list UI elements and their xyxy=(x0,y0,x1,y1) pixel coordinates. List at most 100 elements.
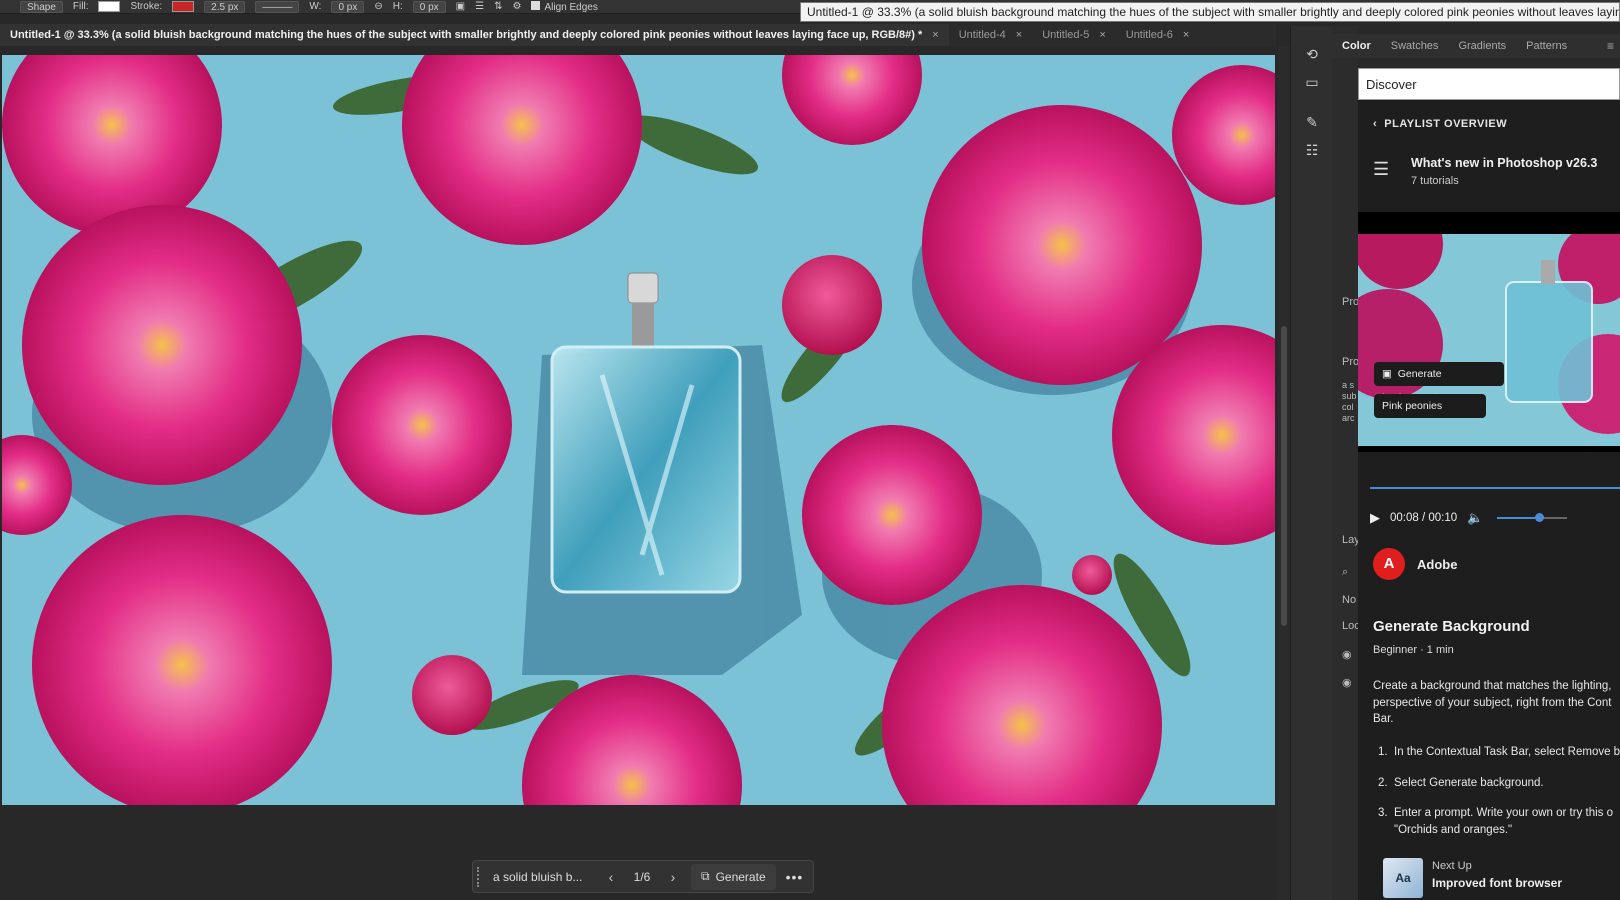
tab-label: Untitled-4 xyxy=(958,29,1006,41)
stroke-swatch[interactable] xyxy=(172,1,195,12)
step-item: 3. Enter a prompt. Write your own or try … xyxy=(1378,805,1620,838)
close-icon[interactable]: × xyxy=(1183,24,1189,46)
align-icon[interactable]: ☰ xyxy=(475,1,484,12)
brush-settings-icon[interactable]: ✎ xyxy=(1302,112,1322,132)
blend-mode-select[interactable]: No xyxy=(1342,594,1356,606)
color-panel-tabs: Color Swatches Gradients Patterns ≡ xyxy=(1332,34,1620,58)
variation-counter: 1/6 xyxy=(633,869,651,884)
playlist-icon: ☰ xyxy=(1373,159,1390,179)
volume-knob[interactable] xyxy=(1535,513,1545,522)
path-ops-icon[interactable]: ▣ xyxy=(456,1,465,12)
video-progress-bar[interactable] xyxy=(1370,487,1620,489)
shape-mode-select[interactable]: Shape xyxy=(20,0,63,13)
generate-label: Generate xyxy=(715,869,766,884)
video-thumbnail: ▣ Generate background Pink peonies xyxy=(1358,234,1620,446)
generate-icon: ⧉ xyxy=(701,869,710,883)
chevron-left-icon[interactable]: ‹ xyxy=(599,869,623,885)
step-item: 2. Select Generate background. xyxy=(1378,775,1620,792)
adobe-logo-icon: A xyxy=(1373,548,1405,580)
next-up-card[interactable]: Aa Next Up Improved font browser xyxy=(1383,858,1562,898)
play-icon[interactable]: ▶ xyxy=(1370,510,1380,526)
tab-color[interactable]: Color xyxy=(1332,40,1381,52)
step-example: "Orchids and oranges." xyxy=(1394,823,1513,836)
tab-untitled-4[interactable]: Untitled-4 × xyxy=(949,24,1033,46)
step-text: Select Generate background. xyxy=(1394,776,1544,789)
visibility-eye-icon[interactable]: ◉ xyxy=(1342,648,1352,661)
history-icon[interactable]: ⟲ xyxy=(1302,44,1322,64)
tab-label: Untitled-6 xyxy=(1125,29,1173,41)
step-text: In the Contextual Task Bar, select Remov… xyxy=(1394,746,1620,758)
align-edges-label: Align Edges xyxy=(544,1,598,13)
width-field[interactable]: 0 px xyxy=(331,0,365,13)
prompt-preview-text: a s sub col arc xyxy=(1342,380,1357,423)
arrange-icon[interactable]: ⇅ xyxy=(494,1,502,12)
step-number: 1. xyxy=(1378,746,1388,758)
tab-swatches[interactable]: Swatches xyxy=(1381,40,1449,52)
document-tooltip: Untitled-1 @ 33.3% (a solid bluish backg… xyxy=(800,2,1620,22)
playlist-count: 7 tutorials xyxy=(1411,175,1459,187)
tab-untitled-6[interactable]: Untitled-6 × xyxy=(1116,24,1200,46)
discover-panel: Discover ‹ PLAYLIST OVERVIEW ☰ What's ne… xyxy=(1358,68,1620,900)
comments-icon[interactable]: ▭ xyxy=(1302,72,1322,92)
tutorial-title: Generate Background xyxy=(1373,618,1530,635)
step-item: 1. In the Contextual Task Bar, select Rem… xyxy=(1378,744,1620,761)
tab-label: Untitled-5 xyxy=(1042,29,1090,41)
drag-handle[interactable] xyxy=(477,866,487,887)
tab-patterns[interactable]: Patterns xyxy=(1516,40,1577,52)
prompt-text[interactable]: a solid bluish b... xyxy=(493,870,599,884)
h-label: H: xyxy=(392,1,403,12)
stroke-width-field[interactable]: 2.5 px xyxy=(204,0,246,13)
video-time: 00:08 / 00:10 xyxy=(1390,512,1458,524)
prompt-chip: Pink peonies xyxy=(1374,394,1486,418)
discover-search-field[interactable]: Discover xyxy=(1358,68,1620,100)
tab-label: Untitled-1 @ 33.3% (a solid bluish backg… xyxy=(10,29,923,41)
fill-swatch[interactable] xyxy=(98,1,121,12)
contextual-task-bar: a solid bluish b... ‹ 1/6 › ⧉ Generate •… xyxy=(472,860,814,893)
visibility-eye-icon[interactable]: ◉ xyxy=(1342,676,1352,689)
document-canvas[interactable] xyxy=(2,55,1275,805)
canvas-scrollbar[interactable] xyxy=(1278,46,1290,900)
stroke-style-select[interactable]: ——— xyxy=(255,0,300,13)
generate-icon: ▣ xyxy=(1382,368,1392,380)
tab-gradients[interactable]: Gradients xyxy=(1448,40,1516,52)
photoshop-window: Shape Fill: Stroke: 2.5 px ——— W: 0 px ⊖… xyxy=(0,0,1620,900)
step-number: 3. xyxy=(1378,807,1388,819)
adjustments-icon[interactable]: ☷ xyxy=(1302,140,1322,160)
close-icon[interactable]: × xyxy=(932,24,938,46)
panel-icon-strip: ⟲ ▭ ✎ ☷ xyxy=(1290,26,1332,900)
gear-icon[interactable]: ⚙ xyxy=(512,1,521,12)
back-label: PLAYLIST OVERVIEW xyxy=(1384,118,1508,130)
tutorial-description: Create a background that matches the lig… xyxy=(1373,680,1612,725)
chevron-left-icon: ‹ xyxy=(1373,118,1378,130)
volume-icon[interactable]: 🔈 xyxy=(1467,510,1483,526)
close-icon[interactable]: × xyxy=(1099,24,1105,46)
video-controls: ▶ 00:08 / 00:10 🔈 xyxy=(1370,508,1620,528)
tab-untitled-5[interactable]: Untitled-5 × xyxy=(1032,24,1116,46)
scrollbar-thumb[interactable] xyxy=(1281,326,1287,626)
more-options-icon[interactable]: ••• xyxy=(786,869,804,885)
properties-section-label: Pro xyxy=(1342,356,1360,368)
volume-fill xyxy=(1497,517,1540,519)
document-tabs: Untitled-1 @ 33.3% (a solid bluish backg… xyxy=(0,24,1276,46)
generate-button[interactable]: ⧉ Generate xyxy=(691,863,776,890)
align-edges-checkbox[interactable]: Align Edges xyxy=(531,0,598,13)
playlist-header: ☰ What's new in Photoshop v26.3 7 tutori… xyxy=(1358,156,1620,187)
volume-slider[interactable] xyxy=(1497,513,1568,522)
playlist-overview-back[interactable]: ‹ PLAYLIST OVERVIEW xyxy=(1358,118,1620,130)
properties-layers-panel: Pro Pro a s sub col arc Lay ⌕ No Loc ◉ ◉ xyxy=(1332,26,1360,900)
panel-menu-icon[interactable]: ≡ xyxy=(1607,39,1614,53)
height-field[interactable]: 0 px xyxy=(412,0,446,13)
artwork-image xyxy=(2,55,1275,805)
playlist-title: What's new in Photoshop v26.3 xyxy=(1411,156,1598,170)
properties-tab-label[interactable]: Pro xyxy=(1342,296,1359,308)
tutorial-meta: Beginner · 1 min xyxy=(1373,644,1454,656)
video-player[interactable]: ▣ Generate background Pink peonies xyxy=(1358,212,1620,452)
search-icon[interactable]: ⌕ xyxy=(1342,566,1348,579)
close-icon[interactable]: × xyxy=(1016,24,1022,46)
fill-label: Fill: xyxy=(72,1,89,12)
tab-untitled-1[interactable]: Untitled-1 @ 33.3% (a solid bluish backg… xyxy=(0,24,949,46)
chevron-right-icon[interactable]: › xyxy=(661,869,685,885)
step-number: 2. xyxy=(1378,776,1388,789)
w-label: W: xyxy=(309,1,322,12)
link-icon[interactable]: ⊖ xyxy=(374,1,382,12)
